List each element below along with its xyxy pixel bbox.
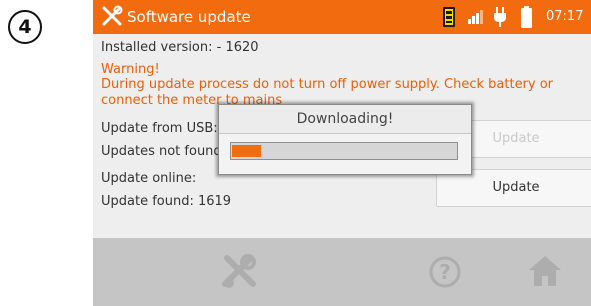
online-update-label: Update online:: [101, 171, 197, 186]
warning-line-1: During update process do not turn off po…: [101, 77, 554, 92]
downloading-dialog: Downloading!: [218, 104, 472, 175]
title-bar: Software update 07:17: [93, 0, 591, 34]
usb-update-label: Update from USB:: [101, 121, 218, 136]
download-progress-bar: [230, 142, 458, 160]
svg-text:?: ?: [439, 260, 451, 284]
download-progress-fill: [232, 145, 261, 157]
installed-version: Installed version: - 1620: [101, 40, 259, 55]
wrench-screwdriver-icon: [102, 5, 123, 26]
help-icon[interactable]: ?: [429, 256, 461, 288]
battery-icon: [521, 6, 532, 28]
clock: 07:17: [546, 9, 584, 24]
bottom-toolbar: ?: [93, 238, 591, 306]
warning-title: Warning!: [101, 62, 160, 77]
power-plug-icon: [494, 7, 506, 27]
sd-card-icon: [443, 7, 455, 27]
settings-tools-icon[interactable]: [221, 254, 257, 290]
home-icon[interactable]: [527, 254, 563, 288]
online-update-status: Update found: 1619: [101, 194, 232, 209]
window-title: Software update: [127, 8, 251, 26]
device-screen: Software update 07:17 Installed version:…: [93, 0, 591, 306]
signal-strength-icon: [468, 10, 483, 24]
dialog-title: Downloading!: [219, 105, 471, 134]
usb-update-status: Updates not found: [101, 144, 222, 159]
step-number: 4: [8, 10, 42, 44]
